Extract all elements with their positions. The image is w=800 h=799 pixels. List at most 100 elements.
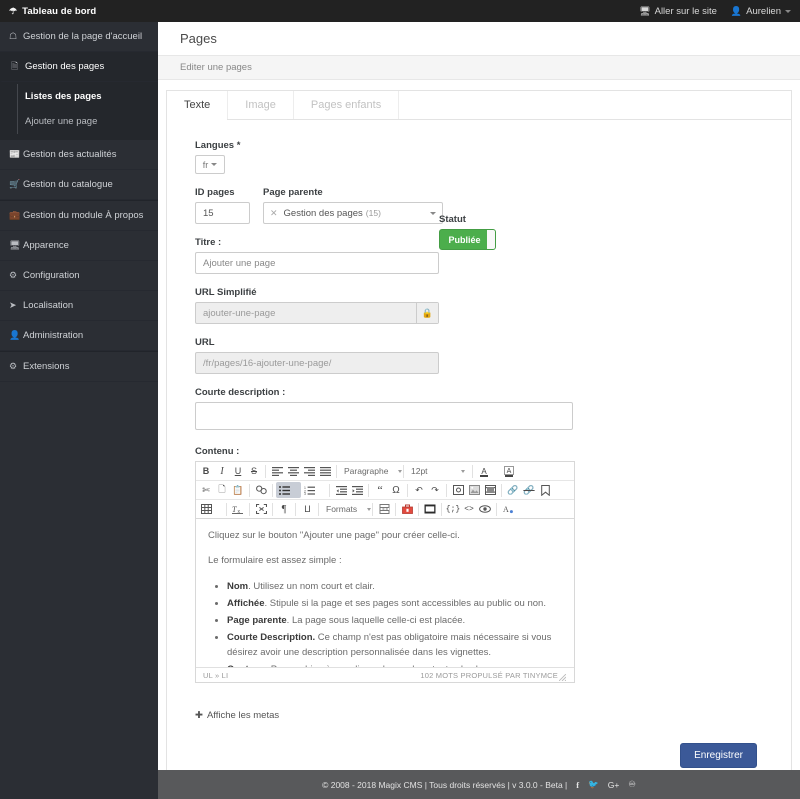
editor-content-area[interactable]: Cliquez sur le bouton "Ajouter une page"… [196, 519, 574, 667]
show-invisible-icon[interactable]: ¶ [276, 501, 292, 517]
show-metas-toggle[interactable]: ✚ Affiche les metas [195, 710, 279, 721]
footer: © 2008 - 2018 Magix CMS | Tous droits ré… [158, 770, 800, 799]
page-break-icon[interactable] [376, 501, 392, 517]
redo-icon[interactable]: ↷ [427, 482, 443, 498]
strikethrough-icon[interactable]: S [246, 463, 262, 479]
toolbar-divider [407, 483, 408, 497]
titre-input[interactable]: Ajouter une page [195, 252, 439, 274]
undo-icon[interactable]: ↶ [411, 482, 427, 498]
fullscreen-icon[interactable] [253, 501, 269, 517]
sidebar-subitem-list-pages[interactable]: Listes des pages [0, 84, 158, 109]
language-select[interactable]: fr [195, 155, 225, 174]
sidebar-item-localisation[interactable]: ➤ Localisation [0, 291, 158, 321]
text-color-control[interactable]: A [476, 463, 501, 479]
url-input: /fr/pages/16-ajouter-une-page/ [195, 352, 439, 374]
statut-value: Publiée [448, 234, 481, 245]
anchor-icon[interactable] [537, 482, 553, 498]
brand-dashboard-link[interactable]: ☂ Tableau de bord [0, 0, 158, 22]
paste-icon[interactable]: 📋 [230, 482, 246, 498]
background-color-control[interactable]: A [501, 463, 526, 479]
sidebar-item-pages-management[interactable]: 🗎 Gestion des pages [0, 52, 158, 82]
save-button[interactable]: Enregistrer [680, 743, 757, 768]
close-icon[interactable]: ✕ [270, 208, 278, 219]
url-simplifie-input[interactable]: ajouter-une-page 🔒 [195, 302, 439, 324]
numbered-list-icon[interactable]: 123 [301, 482, 317, 498]
tab-texte[interactable]: Texte [167, 91, 229, 120]
chevron-down-icon[interactable] [317, 482, 326, 498]
sidebar-item-catalog-management[interactable]: 🛒 Gestion du catalogue [0, 170, 158, 200]
chevron-down-icon[interactable] [517, 463, 526, 479]
sidebar-item-label: Gestion du catalogue [23, 179, 113, 190]
sidebar-item-home-management[interactable]: ☖ Gestion de la page d'accueil [0, 22, 158, 52]
sidebar-item-appearance[interactable]: 🖥 Apparence [0, 231, 158, 261]
editor-list-item-text: . Pensez bien à remplir ce champ dans to… [266, 664, 512, 667]
tab-pages-enfants[interactable]: Pages enfants [294, 91, 400, 119]
align-right-icon[interactable] [301, 463, 317, 479]
toolbar-divider [368, 483, 369, 497]
indent-icon[interactable] [349, 482, 365, 498]
facebook-icon[interactable]: f [576, 780, 579, 790]
align-center-icon[interactable] [285, 463, 301, 479]
bullet-list-control[interactable] [276, 482, 301, 498]
code-sample-icon[interactable]: {;} [445, 501, 461, 517]
align-left-icon[interactable] [269, 463, 285, 479]
cut-icon[interactable]: ✄ [198, 482, 214, 498]
google-plus-icon[interactable]: G+ [608, 780, 620, 790]
source-code-icon[interactable]: <> [461, 501, 477, 517]
editor-list-item-term: Nom [227, 580, 249, 592]
chevron-down-icon [430, 211, 436, 215]
resize-handle[interactable] [559, 673, 566, 681]
page-parente-select[interactable]: ✕ Gestion des pages (15) [263, 202, 443, 224]
special-character-icon[interactable]: Ω [388, 482, 404, 498]
image-icon[interactable] [466, 482, 482, 498]
sidebar-item-configuration[interactable]: ⚙ Configuration [0, 261, 158, 291]
id-pages-input[interactable]: 15 [195, 202, 250, 224]
outdent-icon[interactable] [333, 482, 349, 498]
copy-icon[interactable]: 🗋 [214, 482, 230, 498]
unlink-icon[interactable]: 🔗 [521, 482, 537, 498]
visualblocks-icon[interactable] [477, 501, 493, 517]
text-color-icon[interactable]: A [476, 463, 492, 479]
line-height-icon[interactable]: LI [299, 501, 315, 517]
tab-image[interactable]: Image [228, 91, 294, 119]
chevron-down-icon[interactable] [214, 501, 223, 517]
sidebar-item-news-management[interactable]: 📰 Gestion des actualités [0, 140, 158, 170]
editor-element-path[interactable]: UL » LI [203, 671, 228, 680]
go-to-site-link[interactable]: 🖥 Aller sur le site [639, 6, 717, 17]
numbered-list-control[interactable]: 123 [301, 482, 326, 498]
sidebar-item-about-module[interactable]: 💼 Gestion du module À propos [0, 201, 158, 231]
bold-icon[interactable]: B [198, 463, 214, 479]
sidebar-subitem-add-page[interactable]: Ajouter une page [0, 109, 158, 134]
spellcheck-icon[interactable]: A [500, 501, 516, 517]
sidebar-item-label: Configuration [23, 270, 80, 281]
user-menu[interactable]: 👤 Aurelien [731, 6, 791, 17]
blockquote-icon[interactable]: “ [372, 482, 388, 498]
link-icon[interactable]: 🔗 [505, 482, 521, 498]
template-icon[interactable] [422, 501, 438, 517]
twitter-icon[interactable]: 🐦 [588, 779, 599, 790]
align-justify-icon[interactable] [317, 463, 333, 479]
background-color-icon[interactable]: A [501, 463, 517, 479]
bullet-list-icon[interactable] [276, 482, 292, 498]
formats-select[interactable]: Formats [322, 501, 372, 517]
statut-label: Statut [439, 214, 466, 225]
chevron-down-icon[interactable] [492, 463, 501, 479]
sidebar-item-extensions[interactable]: ⚙ Extensions [0, 352, 158, 382]
toolbox-icon[interactable] [399, 501, 415, 517]
statut-toggle[interactable]: Publiée [439, 229, 496, 250]
headphones-icon[interactable]: ♾ [628, 779, 636, 790]
courte-description-textarea[interactable] [195, 402, 573, 430]
italic-icon[interactable]: I [214, 463, 230, 479]
chevron-down-icon[interactable] [292, 482, 301, 498]
sidebar-item-administration[interactable]: 👤 Administration [0, 321, 158, 351]
lock-icon[interactable]: 🔒 [416, 303, 438, 323]
remove-format-icon[interactable]: Tx [230, 501, 246, 517]
media-icon[interactable] [482, 482, 498, 498]
search-replace-icon[interactable] [253, 482, 269, 498]
underline-icon[interactable]: U [230, 463, 246, 479]
table-icon[interactable] [198, 501, 214, 517]
font-size-select[interactable]: 12pt [407, 463, 469, 479]
block-format-select[interactable]: Paragraphe [340, 463, 403, 479]
preview-document-icon[interactable] [450, 482, 466, 498]
table-control[interactable] [198, 501, 223, 517]
